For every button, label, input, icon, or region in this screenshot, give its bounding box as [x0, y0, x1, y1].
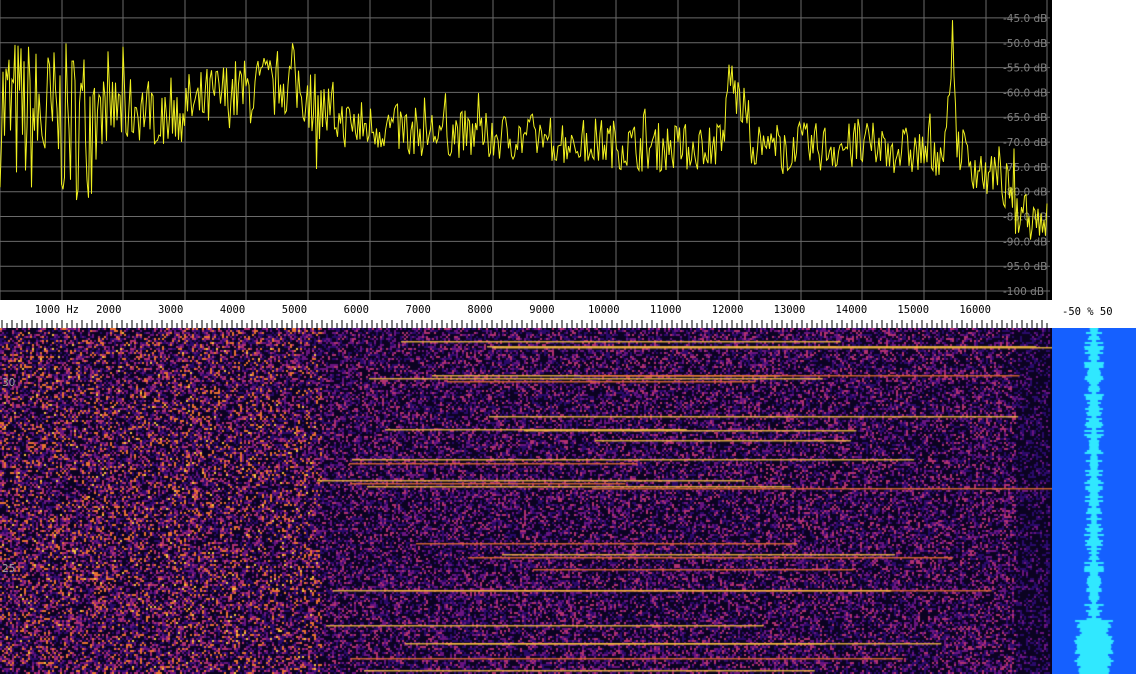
x-tick-label: 10000	[588, 304, 620, 316]
audio-analyzer: -45.0 dB -50.0 dB -55.0 dB -60.0 dB -65.0 dB…	[0, 0, 1136, 674]
level-meter	[1052, 328, 1136, 674]
x-tick-label: 14000	[836, 304, 868, 316]
x-tick-label: 1000 Hz	[35, 304, 79, 316]
y-tick-label: -60.0 dB	[1003, 87, 1047, 99]
spectrum-series-line	[0, 20, 1048, 240]
spectrum-svg: -45.0 dB -50.0 dB -55.0 dB -60.0 dB -65.0 dB…	[0, 0, 1050, 300]
y-tick-label: -95.0 dB	[1003, 261, 1047, 273]
x-tick-label: 12000	[712, 304, 744, 316]
y-tick-label: -75.0 dB	[1003, 162, 1047, 174]
level-scale: -50 % 50	[1052, 300, 1136, 328]
y-tick-label: -100 dB	[1003, 286, 1044, 298]
time-tick-label: 30	[2, 377, 15, 389]
x-tick-label: 11000	[650, 304, 682, 316]
time-tick-label: 25	[2, 563, 15, 575]
x-tick-label: 9000	[529, 304, 554, 316]
x-tick-label: 5000	[282, 304, 307, 316]
x-tick-label: 6000	[344, 304, 369, 316]
frequency-axis: 1000 Hz 2000 3000 4000 5000 6000 7000 8000 9000 1…	[0, 300, 1052, 328]
spectrum-side-blank	[1052, 0, 1136, 300]
x-tick-label: 16000	[959, 304, 991, 316]
y-tick-label: -70.0 dB	[1003, 137, 1047, 149]
x-tick-label: 2000	[96, 304, 121, 316]
x-tick-label: 13000	[774, 304, 806, 316]
x-tick-label: 7000	[406, 304, 431, 316]
spectrum-plot: -45.0 dB -50.0 dB -55.0 dB -60.0 dB -65.0 dB…	[0, 0, 1136, 300]
x-tick-label: 8000	[467, 304, 492, 316]
y-tick-label: -45.0 dB	[1003, 13, 1047, 25]
x-tick-label: 15000	[897, 304, 929, 316]
y-tick-label: -55.0 dB	[1003, 63, 1047, 75]
level-scale-label: -50 % 50	[1062, 306, 1113, 318]
time-axis: 30 25	[2, 377, 15, 575]
y-tick-label: -90.0 dB	[1003, 236, 1047, 248]
spectrogram-waterfall	[0, 328, 1052, 674]
x-tick-label: 3000	[158, 304, 183, 316]
x-tick-label: 4000	[220, 304, 245, 316]
y-tick-label: -65.0 dB	[1003, 112, 1047, 124]
y-tick-label: -50.0 dB	[1003, 38, 1047, 50]
frequency-axis-svg: 1000 Hz 2000 3000 4000 5000 6000 7000 8000 9000 1…	[1, 304, 1048, 328]
